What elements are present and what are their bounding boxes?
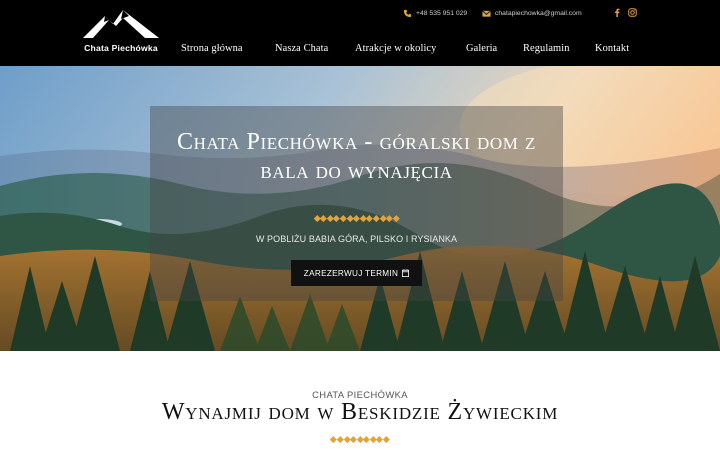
site-header: Chata Piechówka +48 535 951 029 chatapie… [0,0,720,66]
phone-number: +48 535 951 029 [416,9,468,17]
mountain-logo-icon [83,10,159,38]
envelope-icon [482,9,491,18]
nav-home[interactable]: Strona główna [181,43,243,54]
logo-text: Chata Piechówka [84,43,158,53]
hero-section: Chata Piechówka - góralski dom z bala do… [0,66,720,351]
nav-our-cottage[interactable]: Nasza Chata [275,43,328,54]
nav-attractions[interactable]: Atrakcje w okolicy [355,43,436,54]
phone-contact[interactable]: +48 535 951 029 [403,6,467,20]
hero-diamond-divider [150,215,563,222]
book-date-button[interactable]: ZAREZERWUJ TERMIN [291,260,422,286]
hero-title: Chata Piechówka - góralski dom z bala do… [176,129,537,184]
facebook-link[interactable] [612,7,622,17]
phone-icon [403,9,412,18]
email-contact[interactable]: chatapiechowka@gmail.com [482,6,582,20]
hero-subtitle: W POBLIŻU BABIA GÓRA, PILSKO I RYSIANKA [255,234,458,244]
site-logo[interactable]: Chata Piechówka [74,10,168,56]
nav-contact[interactable]: Kontakt [595,43,629,54]
instagram-link[interactable] [627,7,637,17]
nav-gallery[interactable]: Galeria [466,43,497,54]
nav-rules[interactable]: Regulamin [523,43,570,54]
section-diamond-divider [0,436,720,443]
facebook-icon [615,8,620,17]
email-address: chatapiechowka@gmail.com [495,9,582,17]
hero-overlay-box: Chata Piechówka - góralski dom z bala do… [150,106,563,301]
section-title: Wynajmij dom w Beskidzie Żywieckim [161,399,559,425]
book-date-label: ZAREZERWUJ TERMIN [303,268,399,278]
calendar-icon [402,269,410,277]
instagram-icon [627,7,637,17]
